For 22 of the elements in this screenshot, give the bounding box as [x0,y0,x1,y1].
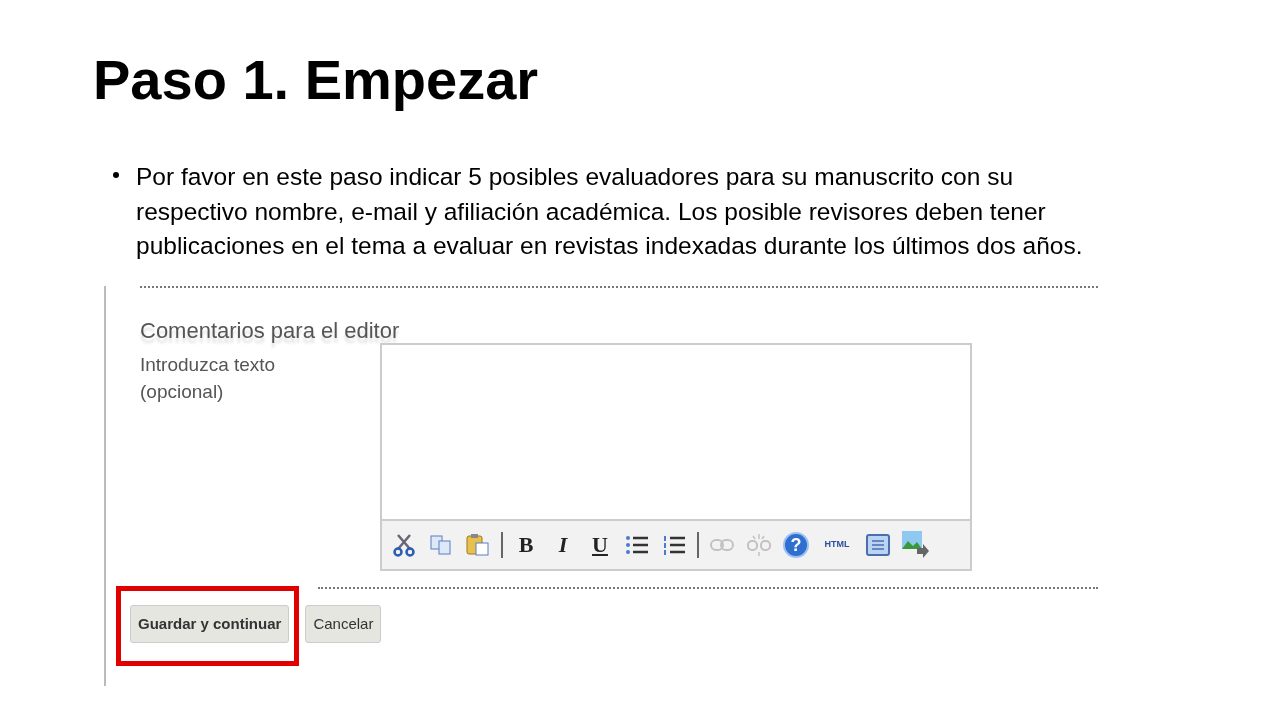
section-heading: Comentarios para el editor [140,316,401,345]
bullet-text: Por favor en este paso indicar 5 posibles evaluadores para su manuscrito con su respectivo nombre, e-mail y afiliación académica. Los posible revisores deben tener publicaciones en el tema a evaluar en revistas indexadas durante los últimos dos años. [136,162,1084,261]
bullet-icon [113,172,119,178]
numbered-list-icon [662,533,686,556]
underline-button[interactable]: U [586,530,614,559]
text-editor[interactable]: B I U ? HTML [380,342,972,571]
picture-insert-icon [901,529,929,560]
cancel-button[interactable]: Cancelar [305,604,382,643]
html-button[interactable]: HTML [819,530,855,559]
help-button[interactable]: ? [782,530,810,559]
broken-link-icon [747,532,771,557]
clipboard-icon [465,532,491,557]
chain-link-icon [710,537,734,552]
bold-button[interactable]: B [512,530,540,559]
field-label: Introduzca texto (opcional) [140,352,277,404]
save-continue-button[interactable]: Guardar y continuar [130,604,290,643]
insert-image-button[interactable] [901,530,929,559]
copy-icon [429,533,453,556]
bulleted-list-icon [625,533,649,556]
window-icon [866,533,890,556]
italic-button[interactable]: I [549,530,577,559]
scissors-icon [393,532,415,557]
